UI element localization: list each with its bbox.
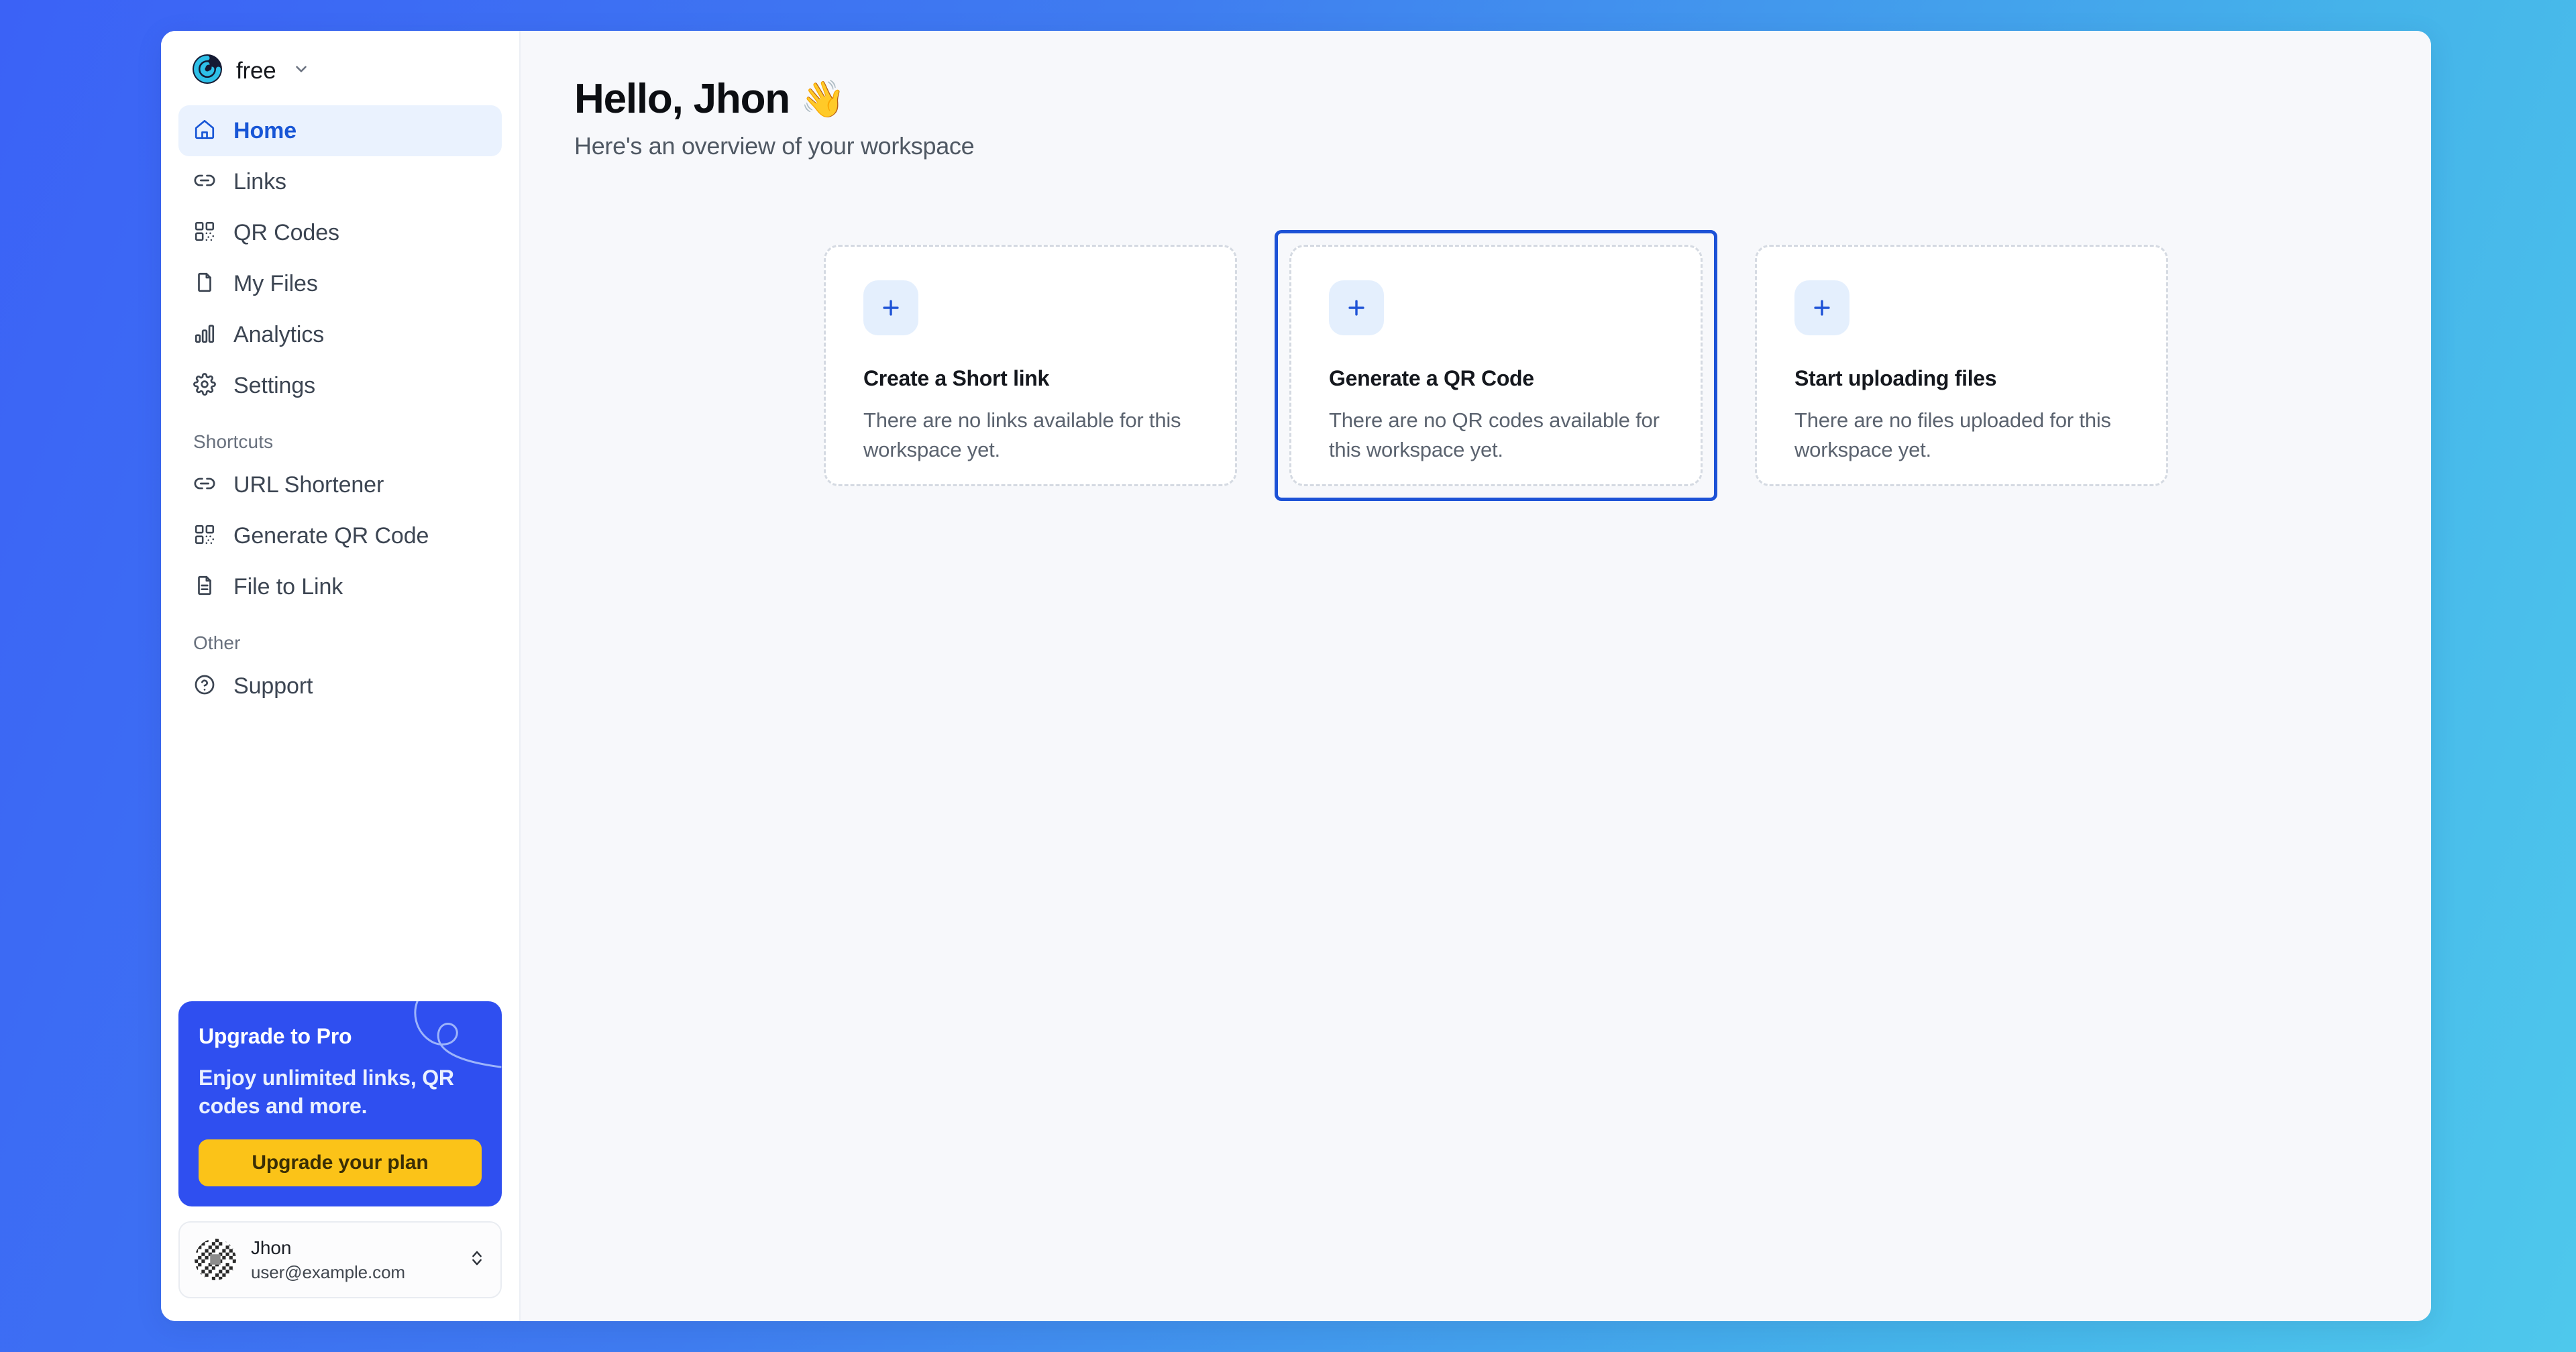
other-nav: Support (178, 661, 502, 712)
app-logo-icon (192, 54, 223, 88)
sidebar-item-label: Support (233, 673, 313, 699)
empty-state-cards: Create a Short link There are no links a… (574, 230, 2377, 501)
gear-icon (193, 372, 216, 399)
user-name: Jhon (251, 1237, 292, 1258)
sidebar-item-links[interactable]: Links (178, 156, 502, 207)
home-icon (193, 118, 216, 144)
sidebar-item-label: Settings (233, 372, 316, 398)
user-account-switcher[interactable]: Jhon user@example.com (178, 1221, 502, 1298)
waving-hand-icon: 👋 (800, 78, 845, 119)
sidebar-item-label: URL Shortener (233, 471, 384, 498)
chevron-down-icon[interactable] (292, 60, 310, 81)
plus-icon (1794, 280, 1849, 335)
sidebar-item-label: My Files (233, 270, 318, 296)
file-icon (193, 271, 216, 297)
link-icon (193, 169, 216, 195)
shortcuts-nav: URL Shortener Generate QR Code File to L… (178, 459, 502, 612)
user-meta: Jhon user@example.com (251, 1236, 453, 1284)
sidebar-item-file-to-link[interactable]: File to Link (178, 561, 502, 612)
sidebar-item-label: QR Codes (233, 219, 339, 245)
sidebar-item-analytics[interactable]: Analytics (178, 309, 502, 360)
card-description: There are no QR codes available for this… (1329, 408, 1660, 462)
card-description: There are no links available for this wo… (863, 408, 1181, 462)
sidebar-item-qr-codes[interactable]: QR Codes (178, 207, 502, 258)
help-circle-icon (193, 673, 216, 699)
upgrade-card: Upgrade to Pro Enjoy unlimited links, QR… (178, 1001, 502, 1206)
greeting-text: Hello, Jhon (574, 76, 790, 122)
sidebar-item-label: File to Link (233, 573, 343, 600)
card-wrapper-short-link: Create a Short link There are no links a… (809, 230, 1252, 501)
link-icon (193, 472, 216, 498)
upgrade-plan-button[interactable]: Upgrade your plan (199, 1139, 482, 1186)
sidebar-item-label: Links (233, 168, 286, 194)
sidebar: free Home Links QR Codes My Files Analyt… (161, 31, 521, 1321)
plus-icon (1329, 280, 1384, 335)
main-content: Hello, Jhon 👋 Here's an overview of your… (521, 31, 2431, 1321)
sidebar-item-my-files[interactable]: My Files (178, 258, 502, 309)
workspace-switcher[interactable]: free (178, 31, 502, 105)
card-title: Create a Short link (863, 366, 1050, 390)
upgrade-subtitle: Enjoy unlimited links, QR codes and more… (199, 1065, 454, 1119)
qr-code-icon (193, 220, 216, 246)
sidebar-item-generate-qr-code[interactable]: Generate QR Code (178, 510, 502, 561)
card-title: Start uploading files (1794, 366, 1997, 390)
generate-qr-code-card[interactable]: Generate a QR Code There are no QR codes… (1289, 245, 1703, 486)
sidebar-item-home[interactable]: Home (178, 105, 502, 156)
page-title: Hello, Jhon 👋 (574, 75, 2377, 123)
sidebar-item-label: Home (233, 117, 297, 144)
create-short-link-card[interactable]: Create a Short link There are no links a… (824, 245, 1237, 486)
primary-nav: Home Links QR Codes My Files Analytics S… (178, 105, 502, 411)
sidebar-item-settings[interactable]: Settings (178, 360, 502, 411)
app-window: free Home Links QR Codes My Files Analyt… (161, 31, 2431, 1321)
card-wrapper-qr-code: Generate a QR Code There are no QR codes… (1275, 230, 1717, 501)
document-icon (193, 574, 216, 600)
identicon-avatar (195, 1239, 236, 1281)
other-heading: Other (193, 632, 241, 653)
qr-code-icon (193, 523, 216, 549)
card-title: Generate a QR Code (1329, 366, 1534, 390)
workspace-name: free (236, 57, 276, 84)
user-email: user@example.com (251, 1261, 405, 1282)
start-uploading-files-card[interactable]: Start uploading files There are no files… (1755, 245, 2168, 486)
chevrons-up-down-icon[interactable] (468, 1247, 486, 1273)
card-wrapper-upload-files: Start uploading files There are no files… (1740, 230, 2183, 501)
bar-chart-icon (193, 322, 216, 348)
card-description: There are no files uploaded for this wor… (1794, 408, 2111, 462)
upgrade-title: Upgrade to Pro (199, 1023, 352, 1048)
sidebar-item-support[interactable]: Support (178, 661, 502, 712)
sidebar-item-label: Generate QR Code (233, 522, 429, 549)
page-subtitle: Here's an overview of your workspace (574, 132, 975, 160)
shortcuts-heading: Shortcuts (193, 431, 274, 452)
sidebar-item-label: Analytics (233, 321, 325, 347)
plus-icon (863, 280, 918, 335)
sidebar-item-url-shortener[interactable]: URL Shortener (178, 459, 502, 510)
